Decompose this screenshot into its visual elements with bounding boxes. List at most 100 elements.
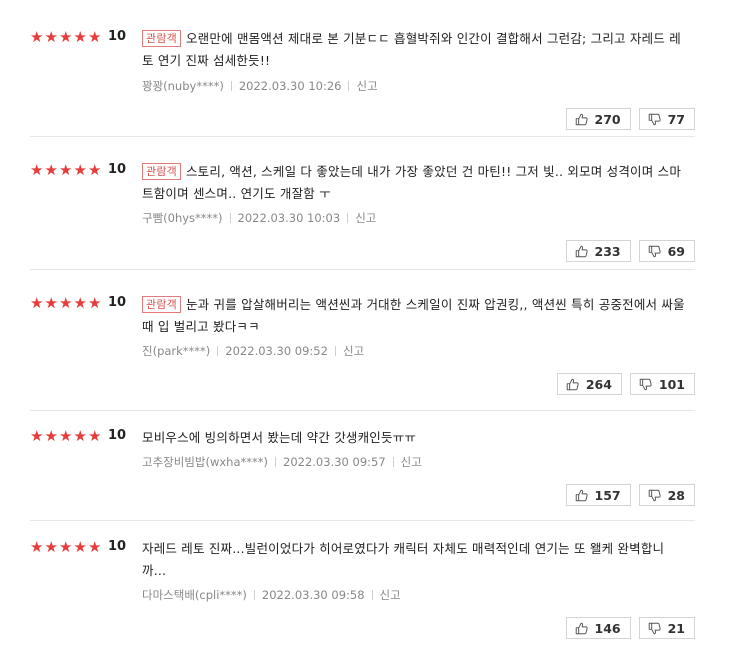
- report-link[interactable]: 신고: [356, 79, 377, 93]
- star-rating: ★ ★ ★ ★ ★: [30, 28, 103, 46]
- star-icon: ★: [88, 294, 102, 312]
- like-count: 146: [594, 620, 621, 636]
- review-item: ★ ★ ★ ★ ★ 10 관람객 오랜만에 맨몸액션 제대로 본 기분ㄷㄷ 흡혈박쥐와 인…: [30, 28, 695, 137]
- star-icon: ★: [59, 161, 73, 179]
- star-rating: ★ ★ ★ ★ ★: [30, 294, 103, 312]
- like-count: 264: [585, 376, 612, 392]
- star-icon: ★: [44, 28, 58, 46]
- star-icon: ★: [44, 294, 58, 312]
- dislike-button[interactable]: 28: [638, 484, 695, 506]
- review-content: 관람객 눈과 귀를 압살해버리는 액션씬과 거대한 스케일이 진짜 압권킹,, 액…: [142, 294, 687, 338]
- like-button[interactable]: 270: [565, 108, 631, 130]
- dislike-count: 69: [667, 243, 685, 259]
- review-author[interactable]: 고추장비빔밥(wxha****): [142, 455, 268, 469]
- review-item: ★ ★ ★ ★ ★ 10 자레드 레토 진짜...빌런이었다가 히어로였다가 캐릭터 자…: [30, 538, 695, 648]
- star-icon: ★: [59, 28, 73, 46]
- report-link[interactable]: 신고: [355, 211, 376, 225]
- review-text: 자레드 레토 진짜...빌런이었다가 히어로였다가 캐릭터 자체도 매력적인데 …: [142, 541, 665, 578]
- star-icon: ★: [59, 294, 73, 312]
- star-icon: ★: [88, 161, 102, 179]
- thumbs-up-icon: [575, 489, 588, 501]
- report-link[interactable]: 신고: [380, 588, 401, 602]
- audience-badge: 관람객: [142, 163, 181, 180]
- star-rating: ★ ★ ★ ★ ★: [30, 427, 103, 445]
- review-text: 오랜만에 맨몸액션 제대로 본 기분ㄷㄷ 흡혈박쥐와 인간이 결합해서 그런감;…: [142, 31, 681, 68]
- thumbs-down-icon: [648, 489, 661, 501]
- review-score: 10: [108, 29, 127, 44]
- review-meta: 진(park****) 2022.03.30 09:52 신고: [142, 343, 364, 359]
- review-text: 모비우스에 빙의하면서 봤는데 약간 갓생캐인듯ㅠㅠ: [142, 430, 417, 445]
- review-item: ★ ★ ★ ★ ★ 10 모비우스에 빙의하면서 봤는데 약간 갓생캐인듯ㅠㅠ 고추장비…: [30, 427, 695, 521]
- review-meta: 구빰(0hys****) 2022.03.30 10:03 신고: [142, 210, 376, 226]
- dislike-button[interactable]: 21: [638, 617, 695, 639]
- star-icon: ★: [30, 28, 44, 46]
- star-icon: ★: [30, 161, 44, 179]
- thumbs-up-icon: [575, 245, 588, 257]
- like-button[interactable]: 233: [565, 240, 631, 262]
- star-icon: ★: [73, 427, 87, 445]
- star-icon: ★: [73, 161, 87, 179]
- like-count: 157: [594, 487, 621, 503]
- star-rating: ★ ★ ★ ★ ★: [30, 538, 103, 556]
- star-icon: ★: [73, 538, 87, 556]
- star-icon: ★: [44, 538, 58, 556]
- star-icon: ★: [30, 294, 44, 312]
- star-icon: ★: [73, 294, 87, 312]
- dislike-count: 28: [667, 487, 685, 503]
- like-button[interactable]: 157: [565, 484, 631, 506]
- like-count: 270: [594, 111, 621, 127]
- thumbs-down-icon: [648, 245, 661, 257]
- review-score: 10: [108, 162, 127, 177]
- review-content: 관람객 오랜만에 맨몸액션 제대로 본 기분ㄷㄷ 흡혈박쥐와 인간이 결합해서 그…: [142, 28, 687, 72]
- dislike-count: 77: [667, 111, 685, 127]
- star-icon: ★: [88, 427, 102, 445]
- like-button[interactable]: 146: [565, 617, 631, 639]
- review-content: 모비우스에 빙의하면서 봤는데 약간 갓생캐인듯ㅠㅠ: [142, 427, 687, 449]
- star-icon: ★: [44, 161, 58, 179]
- report-link[interactable]: 신고: [401, 455, 422, 469]
- review-author[interactable]: 다마스택배(cpli****): [142, 588, 247, 602]
- star-icon: ★: [30, 427, 44, 445]
- review-meta: 고추장비빔밥(wxha****) 2022.03.30 09:57 신고: [142, 454, 422, 470]
- star-icon: ★: [44, 427, 58, 445]
- thumbs-up-icon: [575, 113, 588, 125]
- review-author[interactable]: 꽝꽝(nuby****): [142, 79, 224, 93]
- review-item: ★ ★ ★ ★ ★ 10 관람객 눈과 귀를 압살해버리는 액션씬과 거대한 스케일이 진…: [30, 294, 695, 411]
- thumbs-down-icon: [648, 113, 661, 125]
- dislike-button[interactable]: 69: [638, 240, 695, 262]
- star-icon: ★: [30, 538, 44, 556]
- thumbs-down-icon: [648, 622, 661, 634]
- like-button[interactable]: 264: [556, 373, 622, 395]
- review-date: 2022.03.30 10:26: [238, 79, 342, 93]
- review-score: 10: [108, 295, 127, 310]
- review-content: 자레드 레토 진짜...빌런이었다가 히어로였다가 캐릭터 자체도 매력적인데 …: [142, 538, 687, 582]
- star-icon: ★: [59, 538, 73, 556]
- like-count: 233: [594, 243, 621, 259]
- report-link[interactable]: 신고: [343, 344, 364, 358]
- star-icon: ★: [88, 538, 102, 556]
- review-item: ★ ★ ★ ★ ★ 10 관람객 스토리, 액션, 스케일 다 좋았는데 내가 가장 좋았…: [30, 161, 695, 270]
- review-author[interactable]: 구빰(0hys****): [142, 211, 223, 225]
- thumbs-up-icon: [575, 622, 588, 634]
- review-date: 2022.03.30 09:57: [283, 455, 386, 469]
- dislike-button[interactable]: 77: [638, 108, 695, 130]
- dislike-count: 21: [667, 620, 685, 636]
- review-content: 관람객 스토리, 액션, 스케일 다 좋았는데 내가 가장 좋았던 건 마틴!! …: [142, 161, 687, 205]
- review-author[interactable]: 진(park****): [142, 344, 210, 358]
- review-list: ★ ★ ★ ★ ★ 10 관람객 오랜만에 맨몸액션 제대로 본 기분ㄷㄷ 흡혈박쥐와 인…: [0, 0, 732, 644]
- review-text: 눈과 귀를 압살해버리는 액션씬과 거대한 스케일이 진짜 압권킹,, 액션씬 …: [142, 297, 685, 334]
- star-icon: ★: [88, 28, 102, 46]
- dislike-button[interactable]: 101: [629, 373, 695, 395]
- review-text: 스토리, 액션, 스케일 다 좋았는데 내가 가장 좋았던 건 마틴!! 그저 …: [142, 164, 682, 201]
- review-meta: 다마스택배(cpli****) 2022.03.30 09:58 신고: [142, 587, 401, 603]
- review-score: 10: [108, 428, 127, 443]
- dislike-count: 101: [658, 376, 685, 392]
- review-score: 10: [108, 539, 127, 554]
- review-date: 2022.03.30 09:52: [225, 344, 328, 358]
- review-date: 2022.03.30 10:03: [237, 211, 341, 225]
- audience-badge: 관람객: [142, 30, 181, 47]
- star-rating: ★ ★ ★ ★ ★: [30, 161, 103, 179]
- star-icon: ★: [73, 28, 87, 46]
- audience-badge: 관람객: [142, 296, 181, 313]
- review-date: 2022.03.30 09:58: [261, 588, 365, 602]
